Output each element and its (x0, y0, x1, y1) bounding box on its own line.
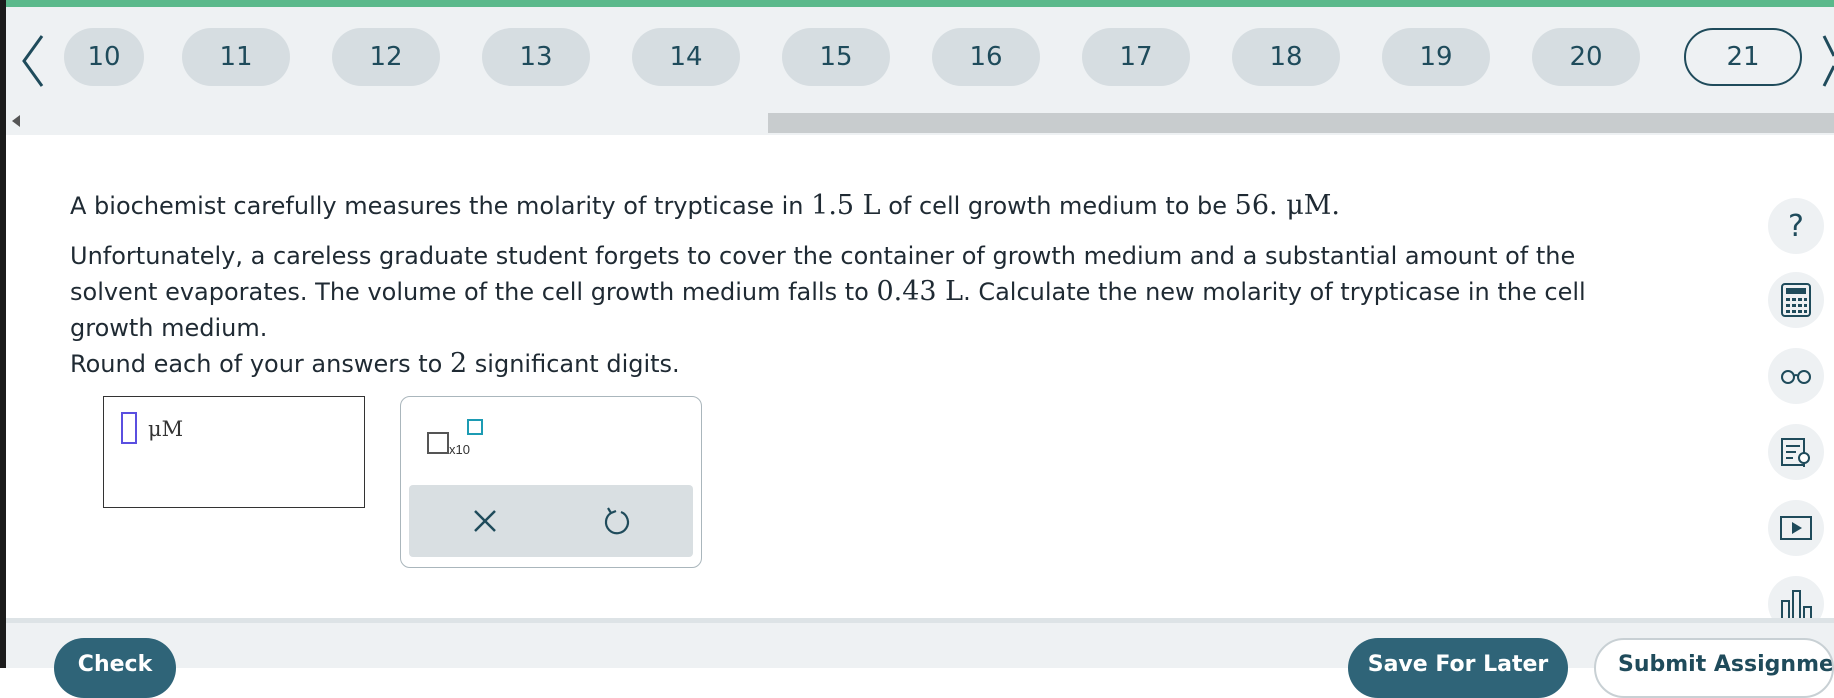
question-pill-15[interactable]: 15 (782, 28, 890, 86)
top-accent-line (0, 0, 1834, 7)
question-paragraph-1: A biochemist carefully measures the mola… (70, 188, 1670, 224)
scroll-left-arrow-icon[interactable] (12, 115, 20, 127)
close-icon[interactable] (467, 503, 503, 539)
calculator-icon[interactable] (1768, 272, 1824, 328)
question-text: A biochemist carefully measures the mola… (70, 188, 1670, 396)
tool-actions-bar (409, 485, 693, 557)
window-left-edge (0, 0, 6, 668)
question-pill-19[interactable]: 19 (1382, 28, 1490, 86)
question-pill-10[interactable]: 10 (64, 28, 144, 86)
glasses-icon[interactable] (1768, 348, 1824, 404)
coefficient-box-icon (427, 432, 449, 454)
question-text-segment: A biochemist carefully measures the mola… (70, 192, 812, 220)
question-pill-21-current[interactable]: 21 (1684, 28, 1802, 86)
question-pill-16[interactable]: 16 (932, 28, 1040, 86)
initial-concentration-value: 56. μM (1234, 190, 1332, 221)
help-icon[interactable]: ? (1768, 198, 1824, 254)
chevron-left-icon[interactable] (16, 28, 50, 94)
chart-icon-graphic (1781, 590, 1812, 620)
significant-digits-value: 2 (449, 348, 468, 379)
undo-icon[interactable] (599, 503, 635, 539)
x10-label: x10 (449, 442, 470, 457)
chevron-right-icon[interactable] (1818, 28, 1834, 94)
question-pill-17[interactable]: 17 (1082, 28, 1190, 86)
horizontal-scrollbar-thumb[interactable] (768, 113, 1834, 133)
help-glyph: ? (1788, 208, 1804, 244)
initial-volume-value: 1.5 L (811, 190, 881, 221)
answer-input-box[interactable]: μM (103, 396, 365, 508)
answer-input-field[interactable] (121, 412, 137, 444)
question-text-segment: significant digits. (467, 350, 680, 378)
scientific-notation-button[interactable]: x10 (427, 419, 487, 463)
question-text-segment: Round each of your answers to (70, 350, 450, 378)
check-button[interactable]: Check (54, 638, 176, 698)
question-pill-18[interactable]: 18 (1232, 28, 1340, 86)
answer-unit-label: μM (148, 417, 184, 441)
submit-assignment-button[interactable]: Submit Assignment (1594, 638, 1834, 698)
question-pill-11[interactable]: 11 (182, 28, 290, 86)
question-text-segment: . (1331, 190, 1340, 221)
question-pill-13[interactable]: 13 (482, 28, 590, 86)
glasses-icon-graphic (1781, 370, 1811, 384)
notes-icon-graphic (1781, 438, 1810, 467)
question-paragraph-2: Unfortunately, a careless graduate stude… (70, 238, 1670, 382)
calculator-icon-graphic (1781, 283, 1811, 317)
question-pill-14[interactable]: 14 (632, 28, 740, 86)
exponent-box-icon (467, 419, 483, 435)
math-tool-panel: x10 (400, 396, 702, 568)
save-for-later-button[interactable]: Save For Later (1348, 638, 1568, 698)
video-icon-graphic (1780, 516, 1812, 540)
question-pill-20[interactable]: 20 (1532, 28, 1640, 86)
video-icon[interactable] (1768, 500, 1824, 556)
question-text-segment: of cell growth medium to be (880, 192, 1235, 220)
final-volume-value: 0.43 L (876, 276, 964, 307)
notes-icon[interactable] (1768, 424, 1824, 480)
question-pill-12[interactable]: 12 (332, 28, 440, 86)
